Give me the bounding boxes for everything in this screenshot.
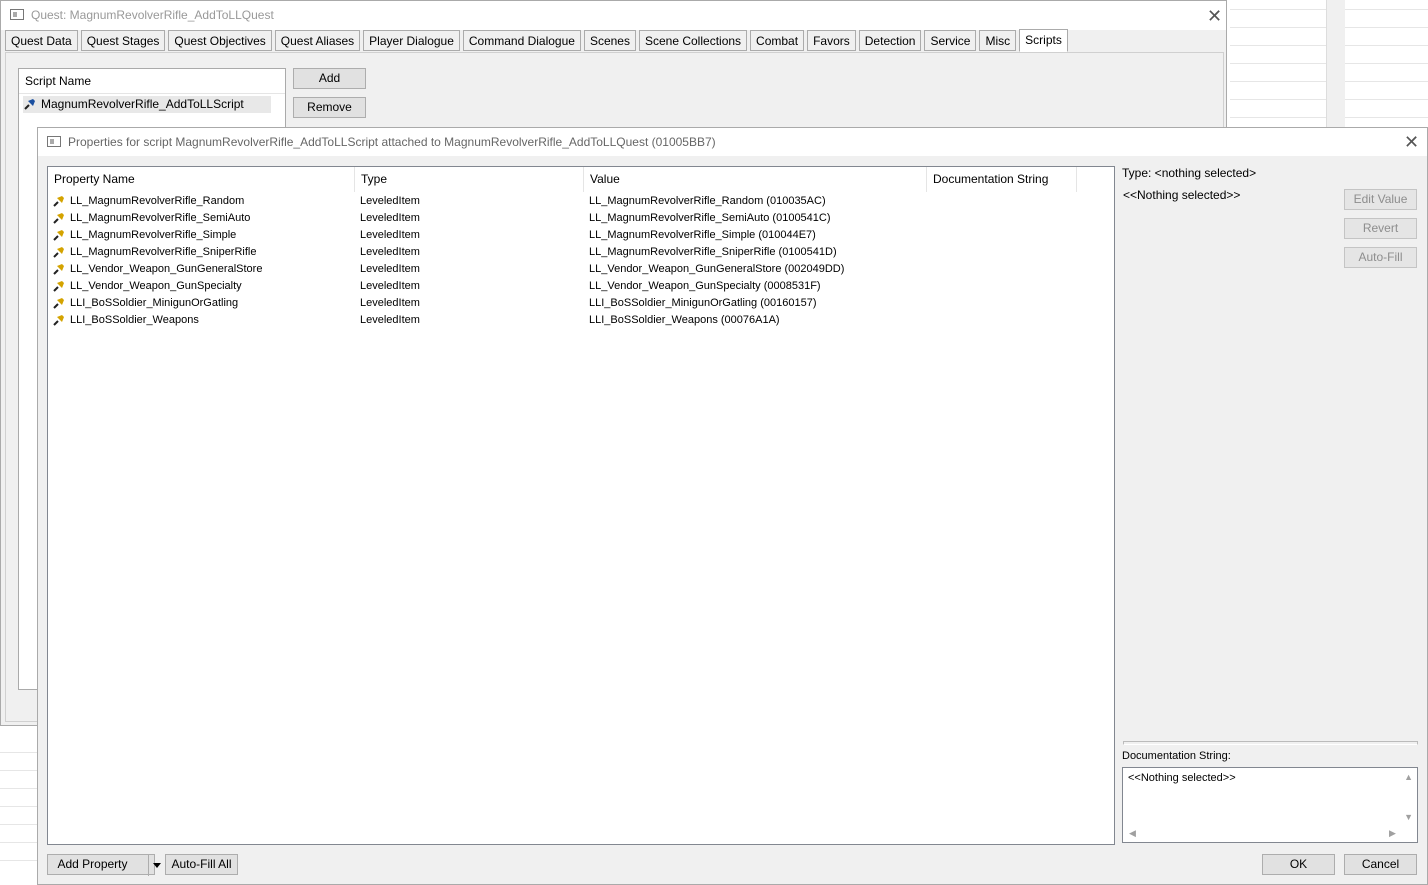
selected-property-label: <<Nothing selected>>	[1123, 188, 1241, 202]
properties-table[interactable]: Property Name Type Value Documentation S…	[47, 166, 1115, 845]
script-icon	[24, 99, 35, 110]
column-header-type[interactable]: Type	[355, 167, 584, 192]
tab-command-dialogue[interactable]: Command Dialogue	[462, 30, 581, 51]
table-row[interactable]: LLI_BoSSoldier_Weapons LeveledItem LLI_B…	[48, 312, 1108, 329]
property-type-cell: LeveledItem	[360, 314, 420, 326]
auto-fill-all-button[interactable]: Auto-Fill All	[165, 854, 238, 875]
property-name-cell: LL_MagnumRevolverRifle_Random	[70, 195, 245, 207]
scroll-left-icon[interactable]: ◀	[1129, 828, 1136, 839]
add-property-button[interactable]: Add Property	[47, 854, 161, 876]
property-icon	[53, 315, 64, 326]
property-value-cell: LL_MagnumRevolverRifle_Random (010035AC)	[589, 195, 826, 207]
tab-quest-stages[interactable]: Quest Stages	[80, 30, 166, 51]
splitter[interactable]	[1123, 741, 1418, 745]
background-scrollbar	[1326, 0, 1345, 130]
cancel-button[interactable]: Cancel	[1344, 854, 1417, 875]
quest-tabs: Quest Data Quest Stages Quest Objectives…	[5, 29, 1071, 52]
tab-service[interactable]: Service	[924, 30, 977, 51]
revert-button[interactable]: Revert	[1344, 218, 1417, 239]
property-type-cell: LeveledItem	[360, 212, 420, 224]
property-type-cell: LeveledItem	[360, 195, 420, 207]
tab-combat[interactable]: Combat	[750, 30, 805, 51]
properties-dialog: Properties for script MagnumRevolverRifl…	[37, 127, 1428, 885]
add-script-button[interactable]: Add	[293, 68, 366, 89]
chevron-down-icon[interactable]	[148, 855, 165, 876]
remove-script-button[interactable]: Remove	[293, 97, 366, 118]
property-type-cell: LeveledItem	[360, 280, 420, 292]
tab-scene-collections[interactable]: Scene Collections	[638, 30, 748, 51]
table-row[interactable]: LL_MagnumRevolverRifle_Random LeveledIte…	[48, 193, 1108, 210]
property-type-cell: LeveledItem	[360, 263, 420, 275]
tab-quest-aliases[interactable]: Quest Aliases	[274, 30, 361, 51]
table-row[interactable]: LL_MagnumRevolverRifle_SniperRifle Level…	[48, 244, 1108, 261]
column-header-documentation[interactable]: Documentation String	[927, 167, 1077, 192]
tab-quest-objectives[interactable]: Quest Objectives	[168, 30, 272, 51]
documentation-string-value: <<Nothing selected>>	[1128, 772, 1236, 784]
property-value-cell: LL_Vendor_Weapon_GunGeneralStore (002049…	[589, 263, 845, 275]
script-list-header[interactable]: Script Name	[19, 69, 285, 94]
table-row[interactable]: LLI_BoSSoldier_MinigunOrGatling LeveledI…	[48, 295, 1108, 312]
edit-value-button[interactable]: Edit Value	[1344, 189, 1417, 210]
property-type-cell: LeveledItem	[360, 229, 420, 241]
property-value-cell: LL_MagnumRevolverRifle_Simple (010044E7)	[589, 229, 816, 241]
property-value-cell: LLI_BoSSoldier_MinigunOrGatling (0016015…	[589, 297, 817, 309]
ok-button[interactable]: OK	[1262, 854, 1335, 875]
property-icon	[53, 247, 64, 258]
quest-titlebar: Quest: MagnumRevolverRifle_AddToLLQuest …	[1, 1, 1226, 30]
tab-scenes[interactable]: Scenes	[583, 30, 636, 51]
scroll-down-icon[interactable]: ▼	[1404, 812, 1413, 822]
property-icon	[53, 264, 64, 275]
properties-titlebar: Properties for script MagnumRevolverRifl…	[38, 128, 1427, 156]
scroll-up-icon[interactable]: ▲	[1404, 772, 1413, 782]
property-icon	[53, 298, 64, 309]
property-name-cell: LL_Vendor_Weapon_GunGeneralStore	[70, 263, 263, 275]
property-type-cell: LeveledItem	[360, 246, 420, 258]
property-name-cell: LL_MagnumRevolverRifle_Simple	[70, 229, 237, 241]
property-name-cell: LL_MagnumRevolverRifle_SniperRifle	[70, 246, 257, 258]
close-icon[interactable]: ✕	[1207, 7, 1222, 25]
column-header-property-name[interactable]: Property Name	[48, 167, 355, 192]
tab-player-dialogue[interactable]: Player Dialogue	[363, 30, 460, 51]
auto-fill-button[interactable]: Auto-Fill	[1344, 247, 1417, 268]
property-name-cell: LLI_BoSSoldier_Weapons	[70, 314, 199, 326]
table-row[interactable]: LL_Vendor_Weapon_GunGeneralStore Leveled…	[48, 261, 1108, 278]
property-value-cell: LLI_BoSSoldier_Weapons (00076A1A)	[589, 314, 780, 326]
table-row[interactable]: LL_MagnumRevolverRifle_SemiAuto LeveledI…	[48, 210, 1108, 227]
property-name-cell: LL_MagnumRevolverRifle_SemiAuto	[70, 212, 251, 224]
script-list-item[interactable]: MagnumRevolverRifle_AddToLLScript	[23, 96, 271, 113]
tab-quest-data[interactable]: Quest Data	[5, 30, 78, 51]
property-icon	[53, 281, 64, 292]
property-value-cell: LL_Vendor_Weapon_GunSpecialty (0008531F)	[589, 280, 821, 292]
selected-type-label: Type: <nothing selected>	[1122, 166, 1257, 180]
property-type-cell: LeveledItem	[360, 297, 420, 309]
property-value-cell: LL_MagnumRevolverRifle_SniperRifle (0100…	[589, 246, 837, 258]
documentation-string-label: Documentation String:	[1122, 750, 1231, 762]
script-name: MagnumRevolverRifle_AddToLLScript	[41, 97, 244, 111]
table-row[interactable]: LL_MagnumRevolverRifle_Simple LeveledIte…	[48, 227, 1108, 244]
documentation-string-field[interactable]: <<Nothing selected>> ▲ ▼ ◀ ▶	[1122, 767, 1418, 843]
property-name-cell: LLI_BoSSoldier_MinigunOrGatling	[70, 297, 239, 309]
property-value-cell: LL_MagnumRevolverRifle_SemiAuto (0100541…	[589, 212, 831, 224]
background-grid-left	[0, 730, 37, 885]
column-header-value[interactable]: Value	[584, 167, 927, 192]
scroll-right-icon[interactable]: ▶	[1389, 828, 1396, 839]
close-icon[interactable]: ✕	[1404, 133, 1419, 151]
add-property-label: Add Property	[57, 857, 128, 871]
property-name-cell: LL_Vendor_Weapon_GunSpecialty	[70, 280, 242, 292]
property-icon	[53, 213, 64, 224]
window-icon	[47, 136, 61, 147]
tab-favors[interactable]: Favors	[807, 30, 856, 51]
table-row[interactable]: LL_Vendor_Weapon_GunSpecialty LeveledIte…	[48, 278, 1108, 295]
tab-misc[interactable]: Misc	[979, 30, 1017, 51]
tab-detection[interactable]: Detection	[858, 30, 922, 51]
property-icon	[53, 196, 64, 207]
quest-window-title: Quest: MagnumRevolverRifle_AddToLLQuest	[31, 8, 274, 22]
window-icon	[10, 9, 24, 20]
tab-scripts[interactable]: Scripts	[1019, 29, 1068, 52]
property-icon	[53, 230, 64, 241]
properties-dialog-title: Properties for script MagnumRevolverRifl…	[68, 135, 716, 149]
